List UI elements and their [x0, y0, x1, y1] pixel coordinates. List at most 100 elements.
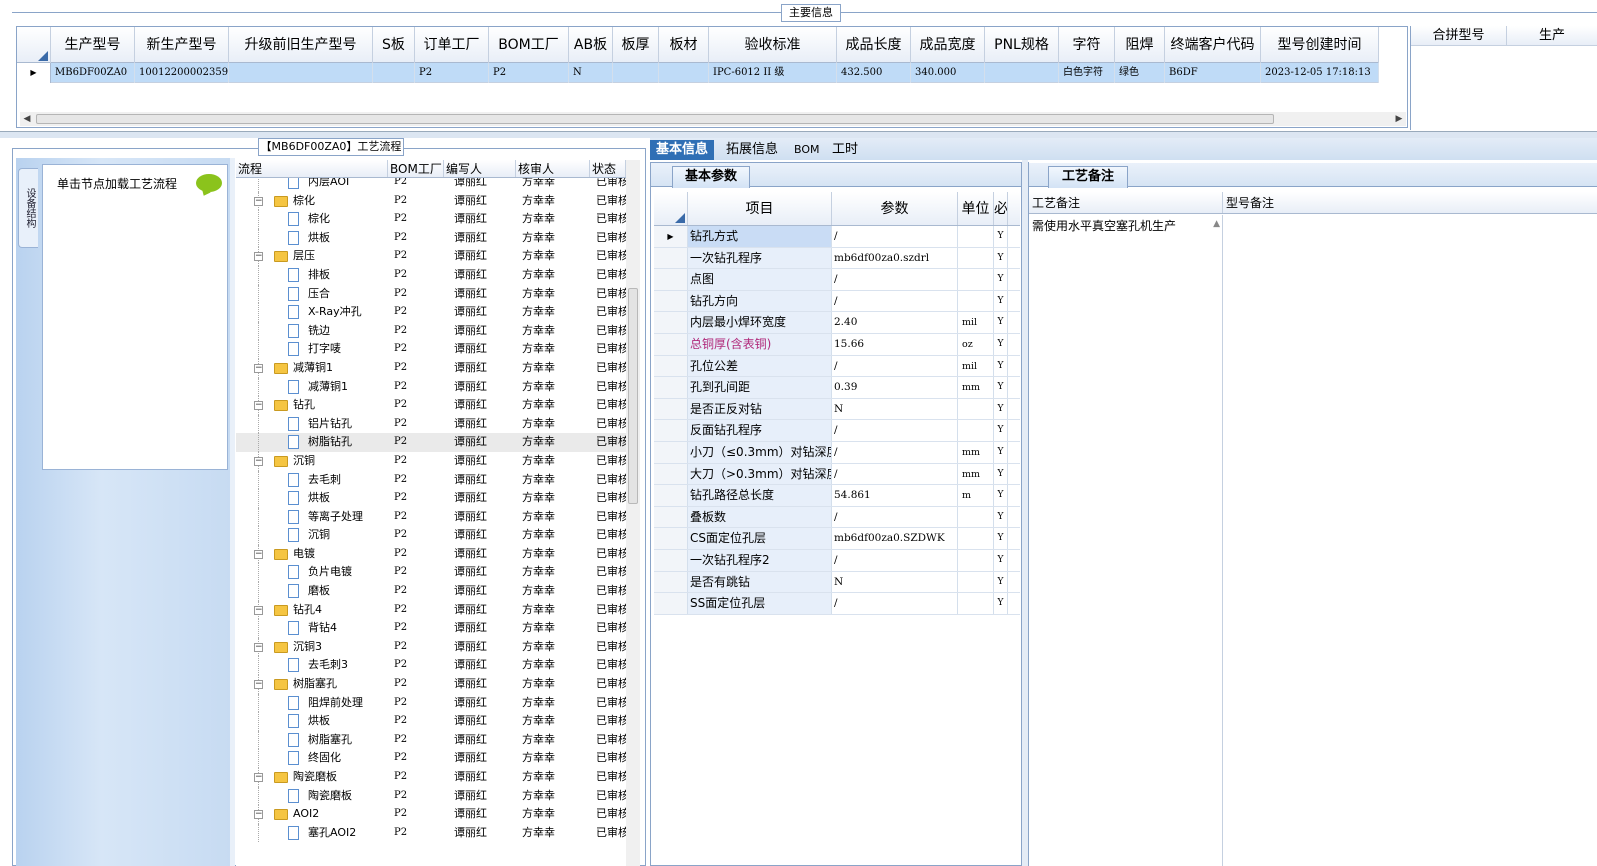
scroll-right-icon[interactable]: ▶ — [1392, 112, 1406, 126]
tree-node[interactable]: 铝片钻孔 — [236, 414, 388, 434]
tree-row[interactable]: − 沉铜 P2 谭丽红 方幸幸 已审核 — [236, 451, 626, 471]
load-hint-box[interactable]: 单击节点加载工艺流程 — [42, 164, 228, 470]
tree-node[interactable]: 棕化 — [236, 210, 388, 229]
grid-col-header[interactable]: 阻焊 — [1115, 27, 1165, 63]
param-row[interactable]: 是否有跳钻 N Y — [654, 571, 1020, 594]
tree-row[interactable]: 陶瓷磨板 P2 谭丽红 方幸幸 已审核 — [236, 786, 626, 806]
collapse-icon[interactable]: − — [254, 196, 263, 206]
tab-bom[interactable]: BOM — [788, 140, 826, 160]
tree-node[interactable]: 铣边 — [236, 321, 388, 341]
tree-node[interactable]: − 减薄铜1 — [236, 358, 388, 378]
param-row[interactable]: 点图 / Y — [654, 269, 1020, 291]
tree-row[interactable]: 等离子处理 P2 谭丽红 方幸幸 已审核 — [236, 507, 626, 527]
param-value[interactable]: mb6df00za0.SZDWK — [832, 528, 958, 549]
tree-node[interactable]: 烘板 — [236, 712, 388, 731]
tree-node[interactable]: − 沉铜 — [236, 451, 388, 471]
grid-col-header[interactable]: 型号创建时间 — [1261, 27, 1379, 63]
grid-cell[interactable]: N — [569, 63, 613, 83]
tree-row[interactable]: − AOI2 P2 谭丽红 方幸幸 已审核 — [236, 805, 626, 824]
param-value[interactable]: 2.40 — [832, 312, 958, 333]
param-row[interactable]: 反面钻孔程序 / Y — [654, 420, 1020, 442]
param-value[interactable]: / — [832, 226, 958, 247]
grid-col-header[interactable]: 生产型号 — [51, 27, 135, 63]
param-row[interactable]: 孔位公差 / mil Y — [654, 355, 1020, 378]
param-row[interactable]: SS面定位孔层 / Y — [654, 593, 1020, 615]
tree-node[interactable]: − 沉铜3 — [236, 637, 388, 657]
tab-basic-info[interactable]: 基本信息 — [650, 140, 715, 160]
param-value[interactable]: / — [832, 420, 958, 441]
grid-cell[interactable] — [613, 63, 659, 83]
param-row[interactable]: 一次钻孔程序2/ Y — [654, 549, 1020, 572]
tree-node[interactable]: 烘板 — [236, 489, 388, 508]
grid-col-header[interactable]: 板材 — [659, 27, 709, 63]
tree-row[interactable]: 烘板 P2 谭丽红 方幸幸 已审核 — [236, 489, 626, 508]
collapse-icon[interactable]: − — [254, 642, 263, 652]
param-value[interactable]: 54.861 — [832, 485, 958, 506]
collapse-icon[interactable]: − — [254, 549, 263, 559]
param-value[interactable]: N — [832, 398, 958, 420]
tree-node[interactable]: − 钻孔4 — [236, 600, 388, 620]
tree-row[interactable]: − 沉铜3 P2 谭丽红 方幸幸 已审核 — [236, 637, 626, 657]
tree-col-header[interactable]: 状态 — [590, 160, 626, 177]
tree-row[interactable]: 塞孔AOI2 P2 谭丽红 方幸幸 已审核 — [236, 823, 626, 843]
grid-col-header[interactable]: 升级前旧生产型号 — [229, 27, 373, 63]
tree-node[interactable]: − 层压 — [236, 247, 388, 266]
tree-node[interactable]: 去毛刺3 — [236, 656, 388, 676]
scroll-up-icon[interactable]: ▲ — [1213, 219, 1220, 229]
grid-col-header[interactable]: 验收标准 — [709, 27, 837, 63]
grid-cell[interactable]: 432.500 — [837, 63, 911, 83]
collapse-icon[interactable]: − — [254, 363, 263, 373]
grid-cell[interactable]: P2 — [415, 63, 489, 83]
tab-extended-info[interactable]: 拓展信息 — [720, 140, 784, 160]
tree-node[interactable]: 负片电镀 — [236, 563, 388, 583]
tree-row[interactable]: − 树脂塞孔 P2 谭丽红 方幸幸 已审核 — [236, 675, 626, 694]
grid-cell[interactable] — [659, 63, 709, 83]
param-value[interactable]: / — [832, 593, 958, 614]
tree-node[interactable]: 沉铜 — [236, 526, 388, 545]
collapse-icon[interactable]: − — [254, 252, 263, 262]
param-col-header[interactable]: 项目 — [688, 192, 832, 225]
grid-cell[interactable]: MB6DF00ZA0 — [51, 63, 135, 83]
tree-row[interactable]: − 陶瓷磨板 P2 谭丽红 方幸幸 已审核 — [236, 768, 626, 787]
tree-node[interactable]: 阻焊前处理 — [236, 693, 388, 713]
tree-node[interactable]: 排板 — [236, 265, 388, 285]
tree-row[interactable]: − 层压 P2 谭丽红 方幸幸 已审核 — [236, 247, 626, 266]
process-remark-field[interactable]: 需使用水平真空塞孔机生产 ▲ — [1029, 215, 1223, 866]
tree-node[interactable]: 陶瓷磨板 — [236, 786, 388, 806]
tree-node[interactable]: 树脂钻孔 — [236, 433, 388, 452]
tree-row[interactable]: − 钻孔 P2 谭丽红 方幸幸 已审核 — [236, 396, 626, 415]
tree-row[interactable]: 磨板 P2 谭丽红 方幸幸 已审核 — [236, 582, 626, 601]
grid-col-header[interactable]: PNL规格 — [985, 27, 1059, 63]
param-col-header[interactable]: 参数 — [832, 192, 958, 225]
tree-row[interactable]: X-Ray冲孔 P2 谭丽红 方幸幸 已审核 — [236, 303, 626, 322]
tree-row[interactable]: 负片电镀 P2 谭丽红 方幸幸 已审核 — [236, 563, 626, 583]
tree-node[interactable]: 打字唛 — [236, 340, 388, 359]
grid-cell[interactable]: 绿色 — [1115, 63, 1165, 83]
grid-col-header[interactable]: 成品宽度 — [911, 27, 985, 63]
param-value[interactable]: / — [832, 355, 958, 377]
tree-node[interactable]: − 电镀 — [236, 544, 388, 564]
tree-node[interactable]: 终固化 — [236, 749, 388, 768]
tab-basic-params[interactable]: 基本参数 — [672, 166, 750, 188]
tree-row[interactable]: 阻焊前处理 P2 谭丽红 方幸幸 已审核 — [236, 693, 626, 713]
param-value[interactable]: / — [832, 463, 958, 485]
tree-col-header[interactable]: BOM工厂 — [388, 160, 444, 177]
tree-row[interactable]: 排板 P2 谭丽红 方幸幸 已审核 — [236, 265, 626, 285]
tree-row[interactable]: − 钻孔4 P2 谭丽红 方幸幸 已审核 — [236, 600, 626, 620]
tree-node[interactable]: − 棕化 — [236, 191, 388, 211]
tree-row[interactable]: 棕化 P2 谭丽红 方幸幸 已审核 — [236, 210, 626, 229]
grid-cell[interactable]: 340.000 — [911, 63, 985, 83]
tree-row[interactable]: 铝片钻孔 P2 谭丽红 方幸幸 已审核 — [236, 414, 626, 434]
param-value[interactable]: 15.66 — [832, 333, 958, 355]
tree-row[interactable]: 背钻4 P2 谭丽红 方幸幸 已审核 — [236, 619, 626, 638]
tree-row[interactable]: 终固化 P2 谭丽红 方幸幸 已审核 — [236, 749, 626, 768]
param-row[interactable]: 一次钻孔程序 mb6df00za0.szdrl Y — [654, 247, 1020, 270]
tab-process-remark[interactable]: 工艺备注 — [1048, 166, 1128, 188]
grid-cell[interactable]: 白色字符 — [1059, 63, 1115, 83]
grid-col-header[interactable]: AB板 — [569, 27, 613, 63]
tree-node[interactable]: 烘板 — [236, 228, 388, 248]
tree-row[interactable]: 打字唛 P2 谭丽红 方幸幸 已审核 — [236, 340, 626, 359]
tree-row[interactable]: 树脂塞孔 P2 谭丽红 方幸幸 已审核 — [236, 730, 626, 750]
param-value[interactable]: 0.39 — [832, 377, 958, 398]
param-row[interactable]: 孔到孔间距 0.39 mm Y — [654, 377, 1020, 399]
